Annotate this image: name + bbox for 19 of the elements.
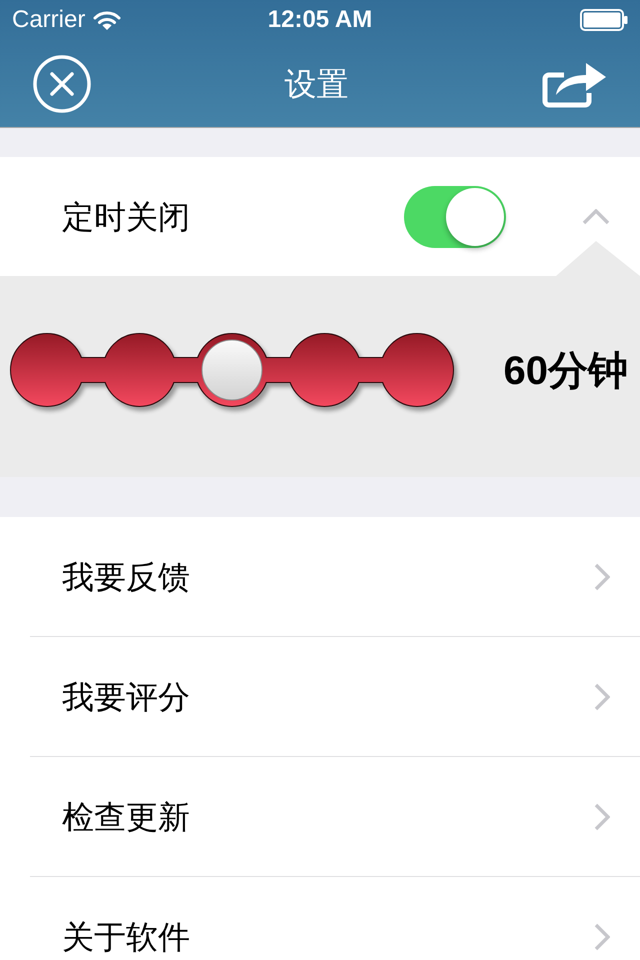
slider-thumb[interactable] [196, 334, 268, 406]
slider-track[interactable] [10, 333, 455, 409]
nav-title: 设置 [284, 64, 348, 102]
slider-stop[interactable] [11, 334, 83, 406]
status-time: 12:05 AM [268, 6, 372, 34]
carrier-name: Carrier [12, 6, 86, 34]
chevron-right-icon [594, 803, 610, 831]
chevron-right-icon [594, 683, 610, 711]
battery-icon [580, 9, 628, 31]
slider-stop[interactable] [104, 334, 176, 406]
toggle-switch[interactable] [404, 186, 506, 248]
timer-value: 60分钟 [504, 348, 628, 395]
close-icon[interactable] [33, 54, 91, 112]
slider-stop[interactable] [288, 334, 360, 406]
timer-label: 定时关闭 [62, 198, 190, 236]
chevron-right-icon [594, 563, 610, 591]
chevron-right-icon [594, 923, 610, 951]
slider-stop[interactable] [381, 334, 453, 406]
wifi-icon [93, 10, 122, 30]
